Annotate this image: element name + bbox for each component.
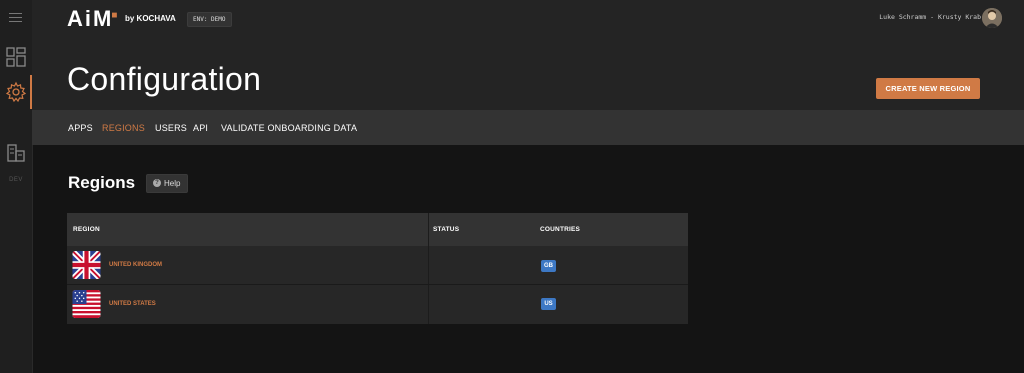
buildings-icon[interactable]: [5, 142, 27, 164]
tab-regions[interactable]: REGIONS: [102, 123, 145, 133]
page-header: Configuration CREATE NEW REGION: [32, 40, 1024, 110]
create-new-region-button[interactable]: CREATE NEW REGION: [876, 78, 980, 99]
table-header: REGION STATUS COUNTRIES: [67, 213, 688, 246]
region-name-link[interactable]: UNITED STATES: [109, 301, 156, 307]
tab-api[interactable]: API: [193, 123, 208, 133]
left-sidebar: DEV: [0, 0, 33, 373]
tab-users[interactable]: USERS: [155, 123, 187, 133]
dashboard-icon[interactable]: [5, 46, 27, 68]
country-badge: GB: [541, 260, 556, 272]
table-row[interactable]: UNITED STATES US: [67, 285, 688, 324]
top-header: AiM■ by KOCHAVA ENV: DEMO Luke Schramm -…: [32, 0, 1024, 40]
logo-byline: by KOCHAVA: [125, 14, 176, 23]
column-header-status[interactable]: STATUS: [433, 226, 459, 233]
regions-heading: Regions: [68, 173, 136, 192]
table-row[interactable]: UNITED KINGDOM GB: [67, 246, 688, 285]
gear-icon[interactable]: [5, 81, 27, 103]
env-dev-label: DEV: [9, 177, 23, 183]
avatar[interactable]: [982, 8, 1002, 28]
menu-icon[interactable]: [9, 13, 22, 25]
regions-table: REGION STATUS COUNTRIES UNITED KINGDOM G…: [67, 213, 688, 324]
user-name[interactable]: Luke Schramm - Krusty Krab: [879, 13, 981, 21]
config-tabs: APPS REGIONS USERS API VALIDATE ONBOARDI…: [32, 110, 1024, 145]
env-badge: ENV: DEMO: [187, 12, 232, 27]
column-header-region[interactable]: REGION: [73, 226, 100, 233]
tab-apps[interactable]: APPS: [68, 123, 93, 133]
column-header-countries[interactable]: COUNTRIES: [540, 226, 580, 233]
us-flag-icon: [72, 290, 101, 318]
help-button[interactable]: ? Help: [146, 174, 188, 193]
help-icon: ?: [153, 179, 161, 187]
aim-logo[interactable]: AiM■: [67, 6, 119, 32]
tab-validate-onboarding-data[interactable]: VALIDATE ONBOARDING DATA: [221, 123, 357, 133]
page-title: Configuration: [67, 61, 262, 97]
country-badge: US: [541, 298, 556, 310]
region-name-link[interactable]: UNITED KINGDOM: [109, 262, 162, 268]
help-label: Help: [164, 179, 181, 188]
uk-flag-icon: [72, 251, 101, 279]
